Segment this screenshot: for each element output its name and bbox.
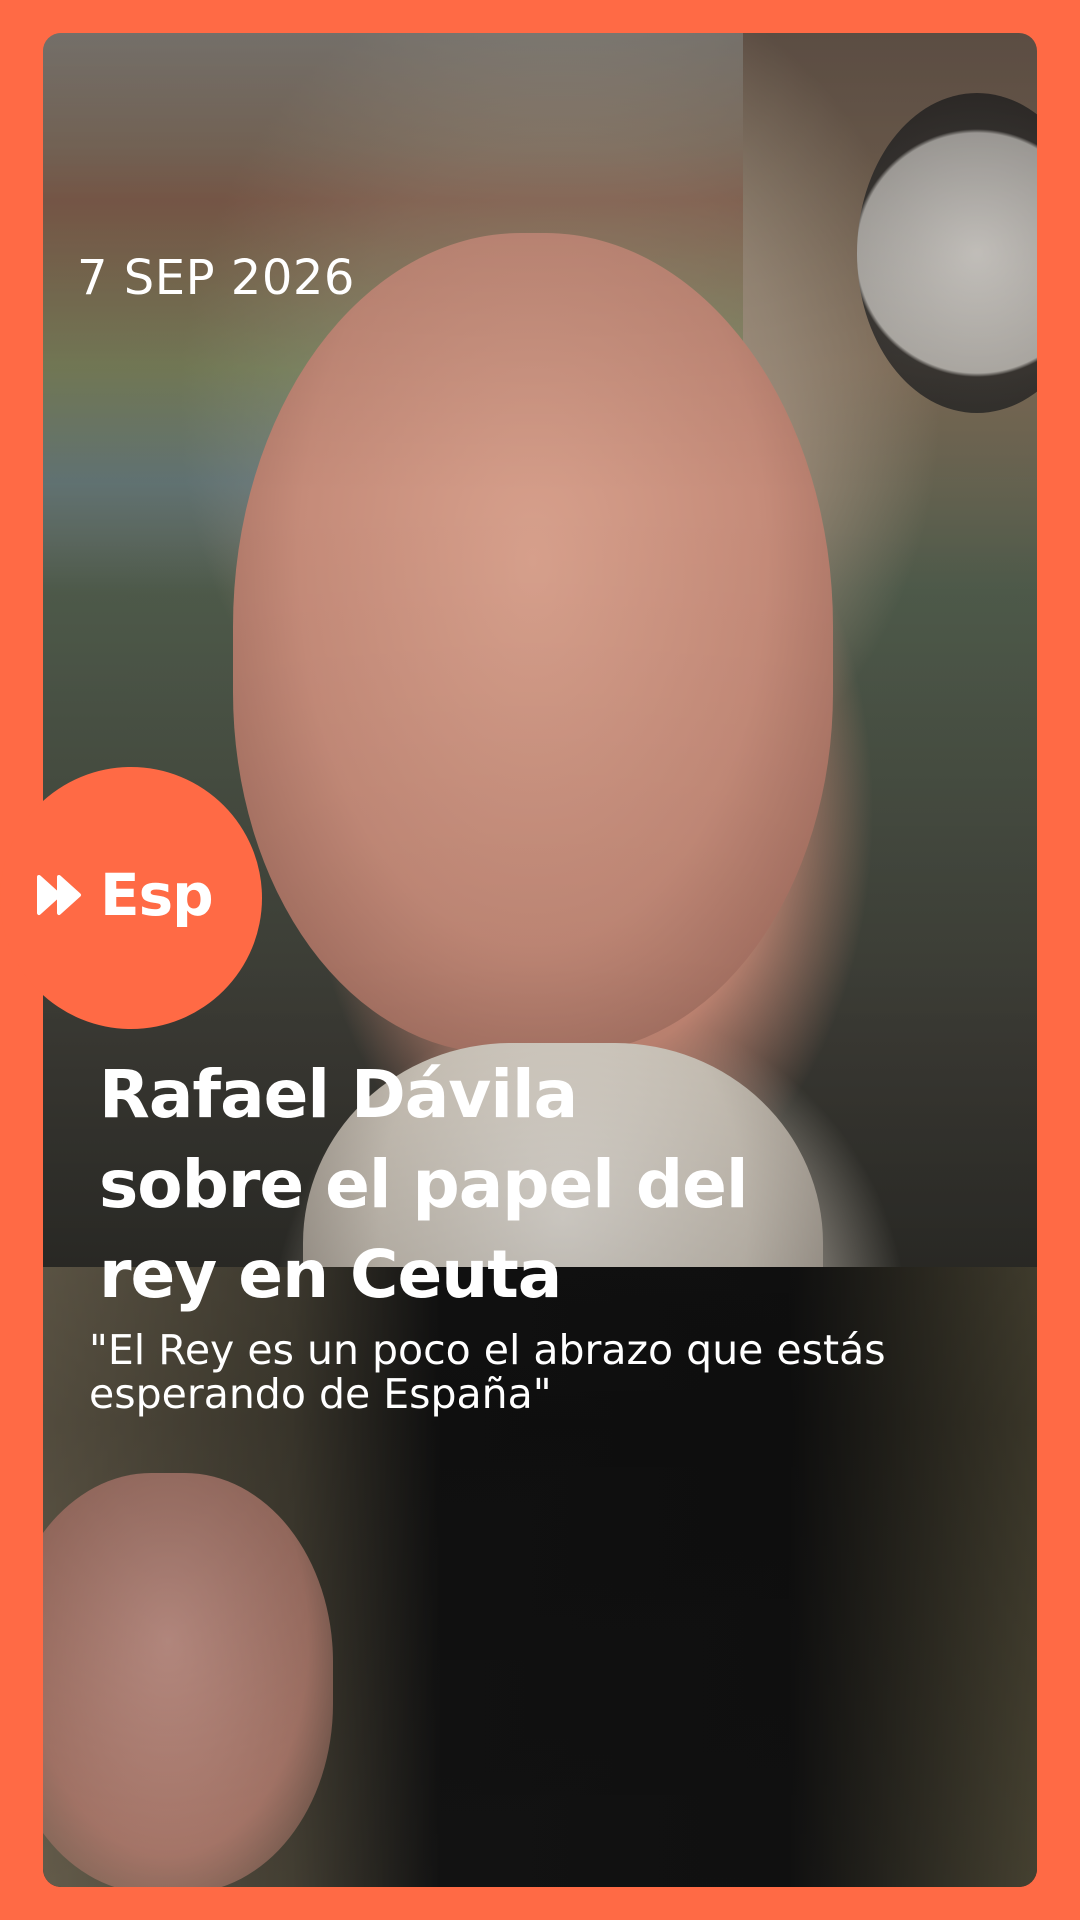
headline-line: sobre el papel del — [99, 1146, 749, 1223]
story-frame: 7 SEP 2026 Esp Rafael Dávila sobre el pa… — [0, 0, 1080, 1920]
headline-line: rey en Ceuta — [99, 1236, 562, 1313]
brand-badge-content: Esp — [36, 860, 214, 930]
quote-line: esperando de España" — [89, 1370, 552, 1418]
headline-line: Rafael Dávila — [99, 1056, 578, 1133]
story-headline: Rafael Dávila sobre el papel del rey en … — [99, 1050, 799, 1320]
brand-label: Esp — [100, 861, 214, 929]
fast-forward-icon — [37, 875, 81, 915]
story-date: 7 SEP 2026 — [77, 250, 355, 306]
quote-line: "El Rey es un poco el abrazo que estás — [89, 1326, 886, 1374]
story-quote: "El Rey es un poco el abrazo que estás e… — [89, 1328, 1009, 1416]
